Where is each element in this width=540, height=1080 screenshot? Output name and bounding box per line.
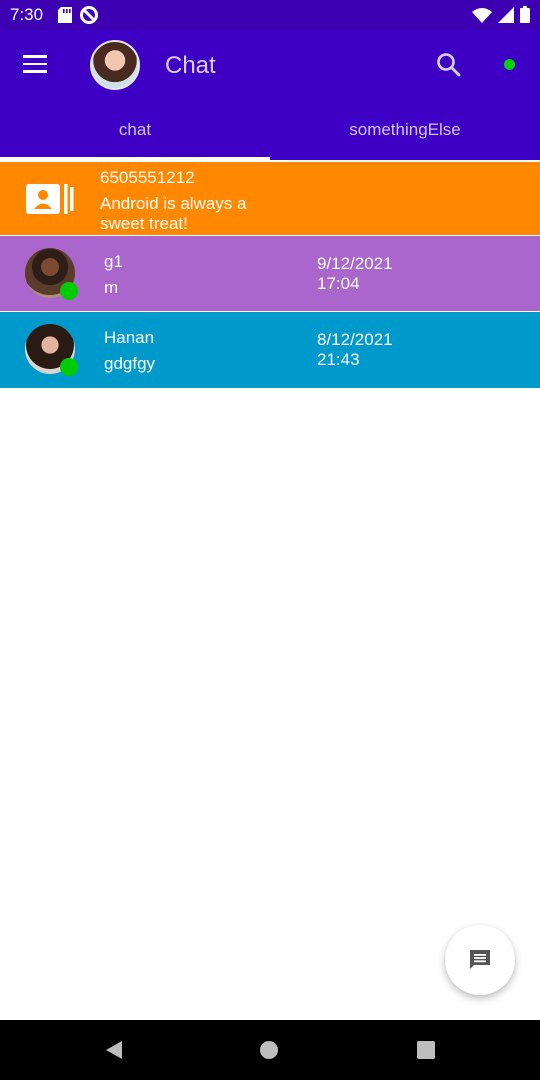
menu-icon xyxy=(23,55,47,58)
do-not-disturb-icon xyxy=(80,6,98,24)
new-message-button[interactable] xyxy=(445,925,515,995)
tab-chat[interactable]: chat xyxy=(0,100,270,160)
wifi-icon xyxy=(472,7,492,23)
online-indicator xyxy=(60,358,78,376)
chat-time: 21:43 xyxy=(317,350,360,369)
profile-avatar[interactable] xyxy=(90,40,140,90)
chat-time: 17:04 xyxy=(317,274,360,293)
navigation-bar xyxy=(0,1020,540,1080)
chat-row[interactable]: Hanan gdgfgy 8/12/2021 21:43 xyxy=(0,312,540,388)
contact-card-icon xyxy=(26,184,74,214)
chat-date: 9/12/2021 xyxy=(317,254,393,273)
back-icon[interactable] xyxy=(104,1040,124,1060)
chat-name: Hanan xyxy=(104,328,155,347)
battery-icon xyxy=(520,6,530,23)
contact-row[interactable]: 6505551212 Android is always a sweet tre… xyxy=(0,160,540,236)
tab-bar: chat somethingElse xyxy=(0,100,540,160)
chat-date: 8/12/2021 xyxy=(317,330,393,349)
recents-icon[interactable] xyxy=(417,1041,435,1059)
search-icon[interactable] xyxy=(432,48,466,82)
tab-something-else[interactable]: somethingElse xyxy=(270,100,540,160)
page-title: Chat xyxy=(165,52,216,79)
chat-last-message: gdgfgy xyxy=(104,354,156,373)
chat-last-message: m xyxy=(104,278,119,297)
signal-icon xyxy=(498,6,514,23)
chat-name: g1 xyxy=(104,252,123,271)
menu-button[interactable] xyxy=(20,50,50,80)
status-bar: 7:30 xyxy=(0,0,540,30)
online-status-dot xyxy=(504,59,515,70)
sd-card-icon xyxy=(58,7,72,23)
app-bar: Chat chat somethingElse xyxy=(0,30,540,160)
chat-row[interactable]: g1 m 9/12/2021 17:04 xyxy=(0,236,540,312)
status-time: 7:30 xyxy=(10,5,44,24)
home-icon[interactable] xyxy=(260,1041,278,1059)
message-icon xyxy=(470,950,490,969)
contact-message: Android is always a sweet treat! xyxy=(100,194,247,233)
online-indicator xyxy=(60,282,78,300)
chat-list: 6505551212 Android is always a sweet tre… xyxy=(0,160,540,388)
contact-name: 6505551212 xyxy=(100,168,195,187)
